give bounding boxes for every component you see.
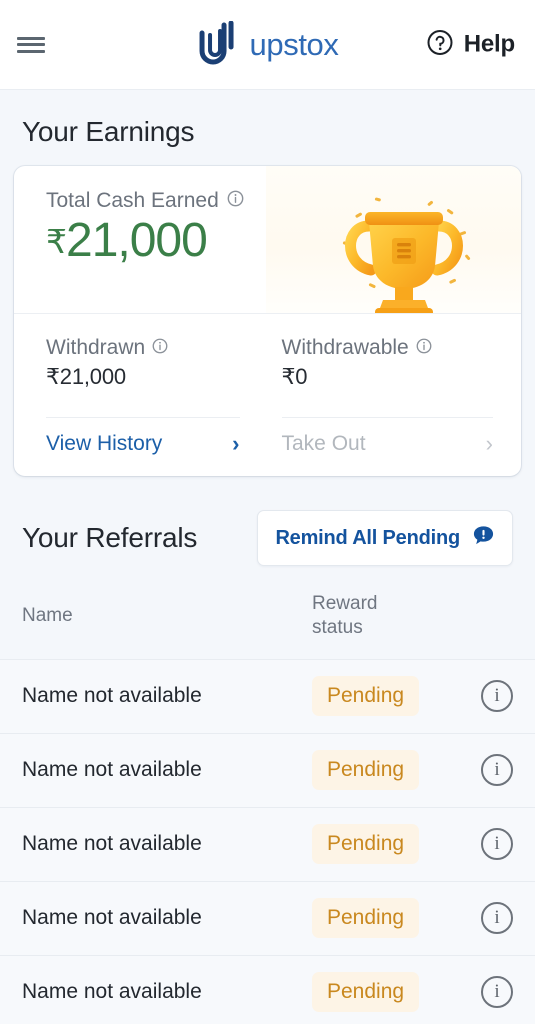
trophy-icon	[309, 180, 499, 313]
column-header-reward-line1: Reward	[312, 593, 378, 614]
info-icon: i	[481, 680, 513, 713]
column-header-reward-line2: status	[312, 617, 363, 639]
referrals-section-header: Your Referrals Remind All Pending	[0, 476, 535, 566]
view-history-label: View History	[46, 432, 163, 455]
referral-status-cell: Pending	[312, 750, 453, 791]
referral-status-cell: Pending	[312, 676, 453, 717]
info-icon[interactable]	[227, 189, 244, 213]
earnings-card: Total Cash Earned ₹21,000 Withdrawn ₹21,…	[14, 166, 521, 476]
withdrawn-column: Withdrawn ₹21,000 View History ›	[14, 336, 268, 476]
app-screen: upstox Help Your Earnings Total Cash Ear…	[0, 0, 535, 1024]
chevron-right-icon: ›	[485, 431, 493, 456]
info-icon: i	[481, 902, 513, 935]
status-badge: Pending	[312, 676, 420, 717]
withdrawable-label: Withdrawable	[281, 336, 409, 359]
upstox-logo-icon	[197, 20, 239, 69]
total-cash-value: 21,000	[66, 214, 208, 267]
referrals-table-body: Name not available Pending i Name not avail…	[0, 658, 535, 1024]
hamburger-menu-icon[interactable]	[17, 35, 45, 55]
brand-name: upstox	[249, 26, 339, 62]
referral-status-cell: Pending	[312, 972, 453, 1013]
row-info-button[interactable]: i	[453, 828, 513, 861]
referral-name: Name not available	[22, 832, 202, 856]
app-bar: upstox Help	[0, 0, 535, 90]
help-button[interactable]: Help	[427, 29, 515, 60]
remind-all-pending-label: Remind All Pending	[275, 526, 460, 549]
table-row[interactable]: Name not available Pending i	[0, 807, 535, 882]
status-badge: Pending	[312, 824, 420, 865]
withdrawable-label-row: Withdrawable	[282, 336, 494, 360]
column-header-reward-status: Reward status	[312, 592, 513, 641]
total-cash-panel: Total Cash Earned ₹21,000	[14, 166, 521, 313]
row-info-button[interactable]: i	[453, 902, 513, 935]
status-badge: Pending	[312, 898, 420, 939]
table-row[interactable]: Name not available Pending i	[0, 881, 535, 956]
row-info-button[interactable]: i	[453, 680, 513, 713]
referral-name: Name not available	[22, 980, 202, 1004]
view-history-link[interactable]: View History ›	[46, 418, 240, 476]
help-circle-icon	[427, 29, 453, 60]
referral-name: Name not available	[22, 684, 202, 708]
remind-all-pending-button[interactable]: Remind All Pending	[257, 510, 513, 566]
table-row[interactable]: Name not available Pending i	[0, 733, 535, 808]
info-icon[interactable]	[416, 336, 432, 360]
referral-name: Name not available	[22, 906, 202, 930]
info-icon: i	[481, 976, 513, 1009]
status-badge: Pending	[312, 750, 420, 791]
referrals-title: Your Referrals	[22, 522, 198, 553]
withdraw-panel: Withdrawn ₹21,000 View History › Withdra…	[14, 314, 521, 476]
referrals-table-header: Name Reward status	[0, 566, 535, 659]
info-icon: i	[481, 828, 513, 861]
withdrawn-label-row: Withdrawn	[46, 336, 240, 360]
earnings-section-header: Your Earnings	[0, 90, 535, 166]
total-cash-label: Total Cash Earned	[46, 189, 219, 212]
take-out-link[interactable]: Take Out ›	[282, 418, 494, 476]
brand-logo[interactable]: upstox	[197, 20, 339, 69]
withdrawable-column: Withdrawable ₹0 Take Out ›	[268, 336, 522, 476]
speech-bubble-alert-icon	[472, 524, 495, 552]
hamburger-bar	[17, 49, 45, 53]
take-out-label: Take Out	[281, 432, 366, 455]
page-title: Your Earnings	[22, 116, 195, 147]
currency-symbol: ₹	[46, 223, 67, 260]
hamburger-bar	[17, 36, 45, 40]
hamburger-bar	[17, 43, 45, 46]
table-row[interactable]: Name not available Pending i	[0, 659, 535, 734]
chevron-right-icon: ›	[232, 431, 240, 456]
withdrawn-value: ₹21,000	[46, 364, 126, 389]
referral-status-cell: Pending	[312, 824, 453, 865]
withdrawable-value: ₹0	[281, 364, 308, 389]
withdrawn-label: Withdrawn	[46, 336, 146, 359]
row-info-button[interactable]: i	[453, 976, 513, 1009]
table-row[interactable]: Name not available Pending i	[0, 955, 535, 1024]
row-info-button[interactable]: i	[453, 754, 513, 787]
page-body: Your Earnings Total Cash Earned ₹21,000 …	[0, 90, 535, 1024]
info-icon[interactable]	[152, 336, 168, 360]
info-icon: i	[481, 754, 513, 787]
status-badge: Pending	[312, 972, 420, 1013]
referral-name: Name not available	[22, 758, 202, 782]
column-header-name: Name	[22, 605, 73, 627]
help-label: Help	[463, 30, 515, 58]
referral-status-cell: Pending	[312, 898, 453, 939]
